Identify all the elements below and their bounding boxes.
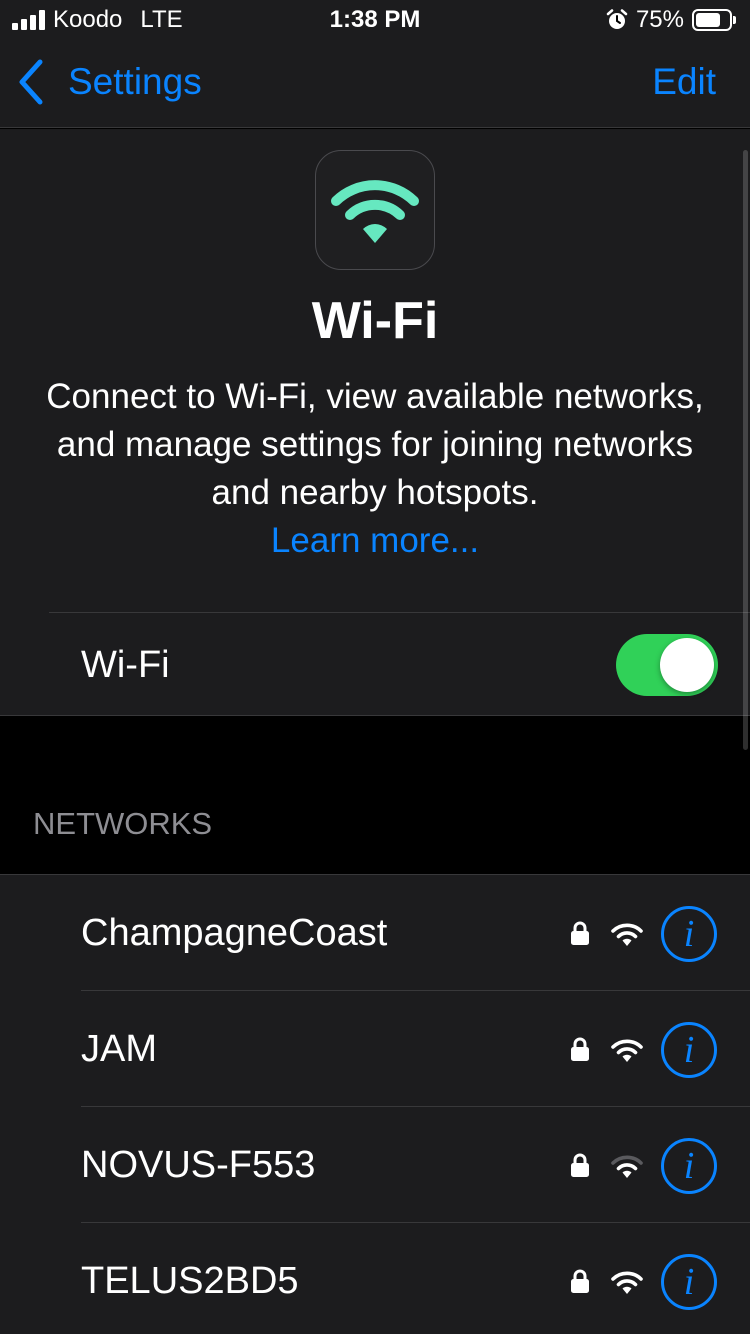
chevron-left-icon xyxy=(19,59,43,105)
networks-section-title: NETWORKS xyxy=(33,806,213,841)
lock-icon xyxy=(571,1037,589,1061)
wifi-header-card: Wi-Fi Connect to Wi-Fi, view available n… xyxy=(0,129,750,716)
network-row[interactable]: NOVUS-F553 i xyxy=(0,1107,750,1223)
info-button[interactable]: i xyxy=(661,1138,717,1194)
network-name: TELUS2BD5 xyxy=(81,1260,299,1302)
wifi-signal-icon xyxy=(611,923,643,946)
battery-fill xyxy=(696,13,720,27)
back-label: Settings xyxy=(68,61,202,102)
wifi-icon xyxy=(331,180,419,243)
network-row[interactable]: TELUS2BD5 i xyxy=(0,1223,750,1334)
network-name: JAM xyxy=(81,1028,157,1070)
learn-more-link[interactable]: Learn more... xyxy=(0,517,750,565)
networks-list: ChampagneCoast i JAM i NOVUS-F553 i TELU… xyxy=(0,874,750,1334)
page-title: Wi-Fi xyxy=(311,292,439,350)
wifi-toggle-label: Wi-Fi xyxy=(81,644,170,686)
info-icon: i xyxy=(683,1029,695,1071)
battery-icon xyxy=(692,9,736,31)
scrollbar[interactable] xyxy=(743,150,748,750)
network-name: ChampagneCoast xyxy=(81,912,388,954)
lock-icon xyxy=(571,1153,589,1177)
lock-icon xyxy=(571,921,589,945)
alarm-icon xyxy=(606,9,628,29)
navigation-bar: Koodo LTE 1:38 PM 75% Settings Edit xyxy=(0,0,750,128)
info-button[interactable]: i xyxy=(661,906,717,962)
info-icon: i xyxy=(683,1261,695,1303)
info-button[interactable]: i xyxy=(661,1254,717,1310)
info-button[interactable]: i xyxy=(661,1022,717,1078)
lock-icon xyxy=(571,1269,589,1293)
battery-percent: 75% xyxy=(635,6,684,33)
info-icon: i xyxy=(683,1145,695,1187)
wifi-app-icon xyxy=(315,150,435,270)
info-icon: i xyxy=(683,913,695,955)
network-row[interactable]: ChampagneCoast i xyxy=(0,875,750,991)
network-name: NOVUS-F553 xyxy=(81,1144,316,1186)
edit-button[interactable]: Edit xyxy=(652,56,716,108)
network-row[interactable]: JAM i xyxy=(0,991,750,1107)
divider xyxy=(49,612,750,613)
header-description: Connect to Wi-Fi, view available network… xyxy=(46,377,704,512)
toggle-knob xyxy=(660,638,714,692)
wifi-signal-icon xyxy=(611,1271,643,1294)
status-bar: Koodo LTE 1:38 PM 75% xyxy=(0,0,750,40)
back-button[interactable]: Settings xyxy=(16,56,202,108)
wifi-signal-icon xyxy=(611,1039,643,1062)
wifi-toggle[interactable] xyxy=(616,634,718,696)
wifi-signal-icon xyxy=(611,1155,643,1178)
status-right: 75% xyxy=(606,6,736,34)
